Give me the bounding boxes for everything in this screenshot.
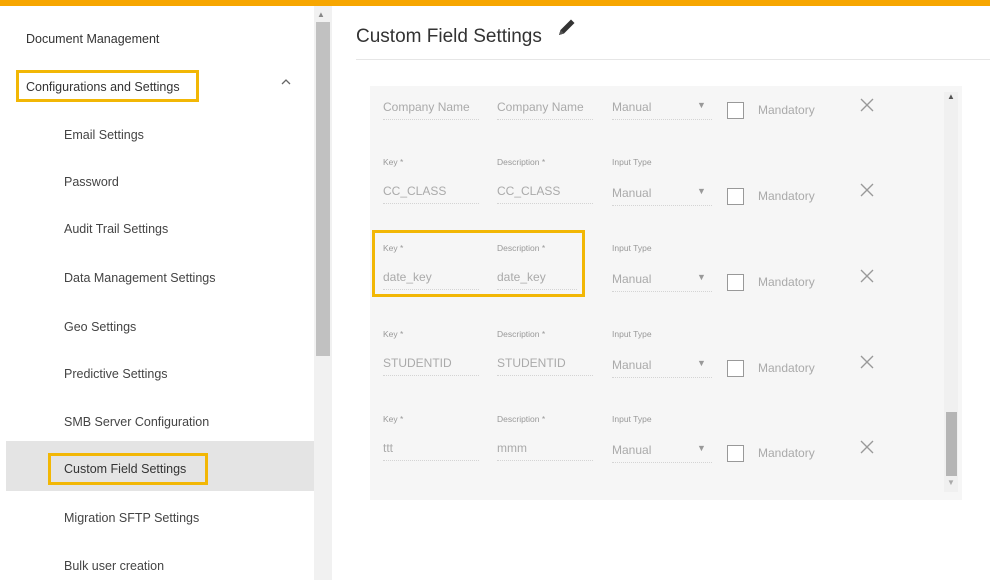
key-field[interactable]: CC_CLASS [383, 184, 479, 204]
description-field[interactable]: STUDENTID [497, 356, 593, 376]
panel-scrollbar-thumb[interactable] [946, 412, 957, 476]
sidebar-item-document-management[interactable]: Document Management [26, 32, 159, 46]
title-divider [356, 59, 990, 60]
scroll-up-arrow-icon[interactable]: ▲ [317, 10, 325, 19]
mandatory-checkbox[interactable] [727, 102, 744, 119]
field-row: Key * Description * Input Type STUDENTID… [370, 324, 950, 404]
description-field[interactable]: mmm [497, 441, 593, 461]
mandatory-checkbox[interactable] [727, 274, 744, 291]
pencil-icon[interactable] [556, 16, 578, 38]
sidebar-item-smb-server-configuration[interactable]: SMB Server Configuration [64, 415, 209, 429]
input-type-label: Input Type [612, 157, 652, 167]
close-icon[interactable] [860, 440, 874, 454]
close-icon[interactable] [860, 98, 874, 112]
highlight-custom-field-settings [48, 453, 208, 485]
description-field[interactable]: Company Name [497, 100, 593, 120]
sidebar-item-password[interactable]: Password [64, 175, 119, 189]
field-row: Key * Description * Input Type CC_CLASS … [370, 152, 950, 232]
input-type-label: Input Type [612, 414, 652, 424]
sidebar-item-geo-settings[interactable]: Geo Settings [64, 320, 136, 334]
highlight-configurations [16, 70, 199, 102]
dropdown-caret-icon[interactable]: ▼ [697, 443, 706, 453]
close-icon[interactable] [860, 355, 874, 369]
scroll-down-arrow-icon[interactable]: ▼ [947, 478, 955, 487]
sidebar-item-predictive-settings[interactable]: Predictive Settings [64, 367, 168, 381]
key-label: Key * [383, 157, 404, 167]
input-type-label: Input Type [612, 243, 652, 253]
sidebar-item-bulk-user-creation[interactable]: Bulk user creation [64, 559, 164, 573]
sidebar-item-audit-trail-settings[interactable]: Audit Trail Settings [64, 222, 168, 236]
dropdown-caret-icon[interactable]: ▼ [697, 100, 706, 110]
description-label: Description * [497, 414, 546, 424]
mandatory-label: Mandatory [758, 103, 815, 117]
highlight-date-key-row [372, 230, 585, 297]
description-field[interactable]: CC_CLASS [497, 184, 593, 204]
chevron-up-icon[interactable] [280, 76, 292, 88]
sidebar-item-email-settings[interactable]: Email Settings [64, 128, 144, 142]
mandatory-checkbox[interactable] [727, 188, 744, 205]
close-icon[interactable] [860, 269, 874, 283]
sidebar-item-migration-sftp-settings[interactable]: Migration SFTP Settings [64, 511, 199, 525]
dropdown-caret-icon[interactable]: ▼ [697, 186, 706, 196]
key-field[interactable]: STUDENTID [383, 356, 479, 376]
mandatory-label: Mandatory [758, 361, 815, 375]
scroll-up-arrow-icon[interactable]: ▲ [947, 92, 955, 101]
key-label: Key * [383, 414, 404, 424]
key-label: Key * [383, 329, 404, 339]
key-field[interactable]: ttt [383, 441, 479, 461]
mandatory-label: Mandatory [758, 189, 815, 203]
mandatory-checkbox[interactable] [727, 360, 744, 377]
description-label: Description * [497, 329, 546, 339]
key-field[interactable]: Company Name [383, 100, 479, 120]
close-icon[interactable] [860, 183, 874, 197]
sidebar-item-data-management-settings[interactable]: Data Management Settings [64, 271, 215, 285]
dropdown-caret-icon[interactable]: ▼ [697, 358, 706, 368]
mandatory-label: Mandatory [758, 446, 815, 460]
mandatory-label: Mandatory [758, 275, 815, 289]
dropdown-caret-icon[interactable]: ▼ [697, 272, 706, 282]
page-title: Custom Field Settings [356, 26, 542, 47]
field-row: Key * Description * Input Type ttt mmm M… [370, 409, 950, 489]
input-type-label: Input Type [612, 329, 652, 339]
mandatory-checkbox[interactable] [727, 445, 744, 462]
sidebar-scrollbar-thumb[interactable] [316, 22, 330, 356]
description-label: Description * [497, 157, 546, 167]
